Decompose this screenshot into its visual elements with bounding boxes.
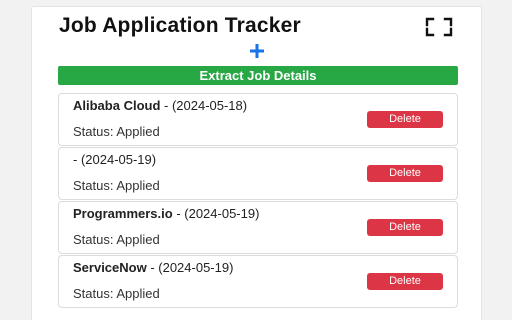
extract-job-details-button[interactable]: Extract Job Details: [58, 66, 458, 85]
job-card: - (2024-05-19) Status: Applied Delete: [58, 147, 458, 200]
job-card: ServiceNow - (2024-05-19) Status: Applie…: [58, 255, 458, 308]
job-title-line: Programmers.io - (2024-05-19): [73, 206, 259, 221]
delete-button[interactable]: Delete: [367, 111, 443, 128]
plus-icon[interactable]: [248, 42, 266, 60]
application-date: - (2024-05-19): [146, 260, 234, 275]
job-status: Status: Applied: [73, 286, 160, 301]
job-card: Alibaba Cloud - (2024-05-18) Status: App…: [58, 93, 458, 146]
application-date: - (2024-05-19): [73, 152, 157, 167]
job-status: Status: Applied: [73, 232, 160, 247]
delete-button[interactable]: Delete: [367, 165, 443, 182]
job-title-line: Alibaba Cloud - (2024-05-18): [73, 98, 247, 113]
application-date: - (2024-05-18): [160, 98, 248, 113]
delete-button[interactable]: Delete: [367, 273, 443, 290]
job-status: Status: Applied: [73, 124, 160, 139]
job-list: Alibaba Cloud - (2024-05-18) Status: App…: [58, 93, 458, 309]
job-card: Programmers.io - (2024-05-19) Status: Ap…: [58, 201, 458, 254]
job-title-line: ServiceNow - (2024-05-19): [73, 260, 233, 275]
company-name: ServiceNow: [73, 260, 147, 275]
company-name: Programmers.io: [73, 206, 173, 221]
company-name: Alibaba Cloud: [73, 98, 161, 113]
delete-button[interactable]: Delete: [367, 219, 443, 236]
page-title: Job Application Tracker: [59, 14, 301, 37]
job-status: Status: Applied: [73, 178, 160, 193]
fullscreen-icon[interactable]: [424, 16, 454, 38]
application-date: - (2024-05-19): [172, 206, 260, 221]
job-title-line: - (2024-05-19): [73, 152, 156, 167]
